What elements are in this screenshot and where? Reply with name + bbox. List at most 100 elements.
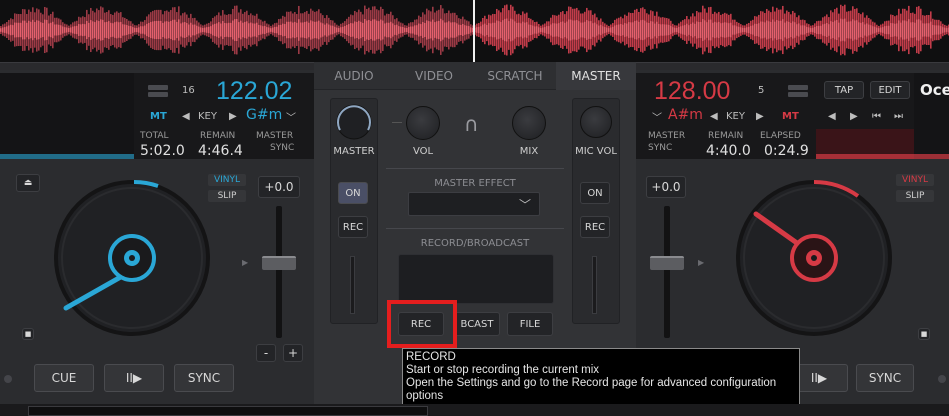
right-bpm[interactable]: 128.00	[654, 77, 730, 106]
left-pitch-track[interactable]	[276, 206, 282, 338]
vol-knob[interactable]	[406, 106, 440, 140]
left-slip-button[interactable]: SLIP	[208, 190, 246, 202]
waveform-core	[350, 23, 352, 37]
waveform-core	[326, 23, 328, 37]
browser-search-area[interactable]	[28, 406, 428, 416]
left-vinyl-button[interactable]: VINYL	[208, 174, 246, 186]
vol-knob-line	[392, 122, 402, 123]
bcast-button[interactable]: BCAST	[454, 312, 500, 336]
left-play-pause-button[interactable]: II▶	[104, 364, 164, 392]
waveform-core	[774, 21, 776, 39]
waveform-core	[446, 22, 448, 38]
mix-knob[interactable]	[512, 106, 546, 140]
mic-on-button[interactable]: ON	[580, 182, 610, 204]
left-eject-button[interactable]: ⏏	[16, 174, 40, 192]
right-next-icon[interactable]: ▶	[850, 111, 858, 122]
right-pitch-track[interactable]	[664, 206, 670, 338]
master-rec-button[interactable]: REC	[338, 216, 368, 238]
waveform-core	[186, 23, 188, 37]
master-on-button[interactable]: ON	[338, 182, 368, 204]
left-pitch-handle[interactable]	[262, 256, 296, 270]
waveform-core	[36, 20, 38, 40]
mic-vol-knob[interactable]	[580, 106, 612, 138]
waveform-core	[146, 23, 148, 37]
waveform-core	[328, 24, 330, 36]
left-jog-wheel[interactable]	[52, 178, 212, 338]
headphone-icon: ∩	[464, 112, 479, 136]
right-prev-icon[interactable]: ◀	[828, 111, 836, 122]
waveform-core	[556, 23, 558, 37]
waveform-core	[80, 24, 82, 36]
right-key-next-icon[interactable]: ▶	[756, 111, 764, 122]
left-key-next-icon[interactable]: ▶	[229, 111, 237, 122]
left-pitch-minus-button[interactable]: -	[256, 344, 276, 362]
waveform-core	[822, 24, 824, 36]
waveform-core	[462, 23, 464, 37]
waveform-core	[740, 27, 742, 33]
waveform-core	[734, 25, 736, 35]
left-stop-icon[interactable]: ■	[22, 328, 34, 340]
file-button[interactable]: FILE	[507, 312, 553, 336]
tab-audio[interactable]: AUDIO	[314, 62, 394, 90]
right-sync-label[interactable]: SYNC	[648, 143, 672, 153]
waveform-overview[interactable]	[0, 0, 949, 62]
mic-rec-button[interactable]: REC	[580, 216, 610, 238]
master-volume-knob[interactable]	[334, 102, 374, 142]
right-master-label[interactable]: MASTER	[648, 131, 685, 141]
right-skip-forward-icon[interactable]: ⏭	[894, 111, 903, 122]
mix-label: MIX	[519, 146, 539, 157]
left-progress-bar[interactable]	[0, 154, 134, 159]
tap-button[interactable]: TAP	[824, 81, 864, 99]
waveform-core	[566, 21, 568, 39]
right-key-value[interactable]: A#m	[668, 107, 703, 123]
right-key-dropdown-icon[interactable]: ﹀	[652, 109, 662, 124]
waveform-core	[450, 22, 452, 38]
left-pitch-value[interactable]: +0.0	[258, 176, 300, 198]
right-jog-wheel[interactable]	[734, 178, 894, 338]
waveform-core	[236, 19, 238, 41]
waveform-core	[98, 21, 100, 39]
left-sync-button[interactable]: SYNC	[174, 364, 234, 392]
right-stop-icon[interactable]: ■	[918, 328, 930, 340]
right-progress-bar[interactable]	[816, 154, 949, 159]
left-cue-button[interactable]: CUE	[34, 364, 94, 392]
left-bpm[interactable]: 122.02	[216, 77, 292, 106]
right-vinyl-button[interactable]: VINYL	[896, 174, 934, 186]
left-mt[interactable]: MT	[150, 111, 167, 122]
waveform-core	[856, 20, 858, 40]
waveform-core	[926, 23, 928, 37]
left-sync-label[interactable]: SYNC	[270, 143, 294, 153]
waveform-core	[682, 25, 684, 35]
waveform-core	[484, 23, 486, 37]
edit-button[interactable]: EDIT	[870, 81, 910, 99]
right-pitch-handle[interactable]	[650, 256, 684, 270]
left-pitch-plus-button[interactable]: +	[283, 344, 303, 362]
right-mt[interactable]: MT	[782, 111, 799, 122]
waveform-core	[138, 27, 140, 33]
right-skip-back-icon[interactable]: ⏮	[872, 111, 881, 122]
waveform-core	[44, 19, 46, 41]
waveform-core	[736, 26, 738, 34]
waveform-core	[336, 27, 338, 33]
waveform-core	[916, 19, 918, 41]
waveform-core	[646, 22, 648, 38]
waveform-core	[360, 21, 362, 39]
right-key-prev-icon[interactable]: ◀	[710, 111, 718, 122]
waveform-core	[72, 26, 74, 34]
left-key-value[interactable]: G#m	[246, 107, 282, 123]
right-sync-button[interactable]: SYNC	[856, 364, 914, 392]
tab-video[interactable]: VIDEO	[394, 62, 474, 90]
waveform-core	[684, 25, 686, 35]
right-slip-button[interactable]: SLIP	[896, 190, 934, 202]
master-effect-dropdown[interactable]: ﹀	[408, 192, 540, 216]
left-key-prev-icon[interactable]: ◀	[182, 111, 190, 122]
waveform-core	[130, 26, 132, 34]
waveform-core	[482, 24, 484, 36]
right-pitch-value[interactable]: +0.0	[646, 176, 686, 198]
left-key-dropdown-icon[interactable]: ﹀	[286, 109, 296, 124]
waveform-core	[518, 22, 520, 38]
waveform-core	[468, 26, 470, 34]
tab-scratch[interactable]: SCRATCH	[474, 62, 556, 90]
tab-master[interactable]: MASTER	[556, 62, 636, 90]
left-master-label[interactable]: MASTER	[256, 131, 293, 141]
